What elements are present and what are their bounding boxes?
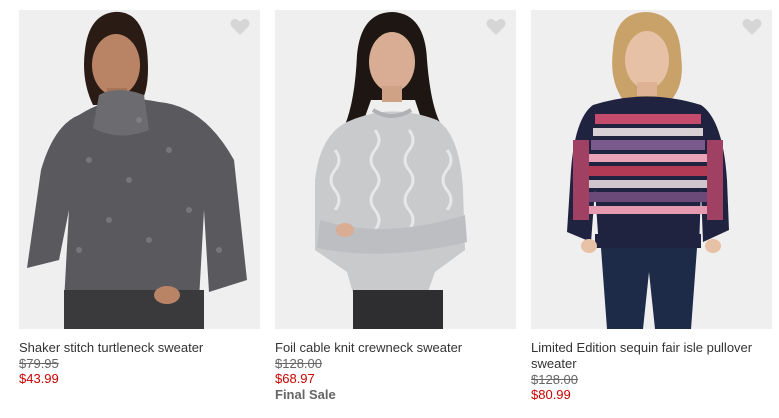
product-card[interactable]: Foil cable knit crewneck sweater $128.00… [275,10,516,403]
product-card[interactable]: Shaker stitch turtleneck sweater $79.95 … [19,10,260,387]
product-card[interactable]: Limited Edition sequin fair isle pullove… [531,10,772,403]
final-sale-label: Final Sale [275,387,336,402]
original-price: $128.00 [275,356,322,371]
product-grid: Shaker stitch turtleneck sweater $79.95 … [0,0,779,418]
product-image[interactable] [531,10,772,329]
product-image[interactable] [275,10,516,329]
sale-price: $80.99 [531,387,571,402]
original-price: $79.95 [19,356,59,371]
heart-icon[interactable] [742,18,762,36]
sale-price: $68.97 [275,371,315,386]
product-name[interactable]: Shaker stitch turtleneck sweater [19,340,260,356]
product-image[interactable] [19,10,260,329]
sale-price: $43.99 [19,371,59,386]
heart-icon[interactable] [486,18,506,36]
product-name[interactable]: Limited Edition sequin fair isle pullove… [531,340,772,372]
heart-icon[interactable] [230,18,250,36]
product-name[interactable]: Foil cable knit crewneck sweater [275,340,516,356]
original-price: $128.00 [531,372,578,387]
